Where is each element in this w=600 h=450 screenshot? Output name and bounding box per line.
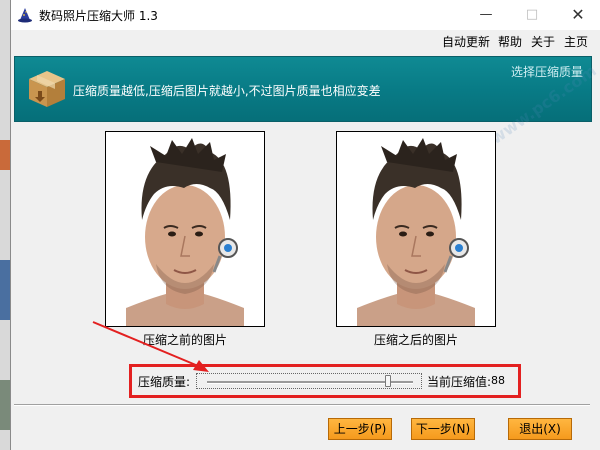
title-bar[interactable]: 数码照片压缩大师 1.3 — □ ✕ [11,0,600,30]
menu-item-help[interactable]: 帮助 [498,33,522,50]
window-title: 数码照片压缩大师 1.3 [39,9,158,23]
portrait-image [106,132,264,326]
slider-thumb[interactable] [385,375,392,387]
portrait-image [337,132,495,326]
close-button[interactable]: ✕ [555,0,600,30]
quality-label: 压缩质量: [138,375,191,389]
menu-item-about[interactable]: 关于 [531,33,555,50]
menu-bar: 自动更新 帮助 关于 主页 [11,30,600,52]
slider-track [207,381,413,384]
next-button[interactable]: 下一步(N) [411,418,475,440]
exit-button[interactable]: 退出(X) [508,418,572,440]
previous-button[interactable]: 上一步(P) [328,418,392,440]
photo-after-compression [336,131,496,327]
banner-description: 压缩质量越低,压缩后图片就越小,不过图片质量也相应变差 [73,84,381,98]
app-window: 数码照片压缩大师 1.3 — □ ✕ 自动更新 帮助 关于 主页 压缩质量越低,… [10,0,600,450]
current-value: 88 [491,374,505,387]
current-value-label: 当前压缩值: [427,375,492,389]
menu-item-homepage[interactable]: 主页 [564,33,588,50]
package-box-icon [29,71,65,107]
menu-item-auto-update[interactable]: 自动更新 [442,33,490,50]
quality-slider[interactable] [196,373,422,389]
divider [14,404,590,406]
wizard-hat-icon [18,8,32,23]
header-banner: 压缩质量越低,压缩后图片就越小,不过图片质量也相应变差 选择压缩质量 [14,56,592,122]
maximize-button[interactable]: □ [509,0,555,30]
minimize-button[interactable]: — [463,0,509,30]
after-photo-label: 压缩之后的图片 [373,333,458,347]
photo-before-compression [105,131,265,327]
